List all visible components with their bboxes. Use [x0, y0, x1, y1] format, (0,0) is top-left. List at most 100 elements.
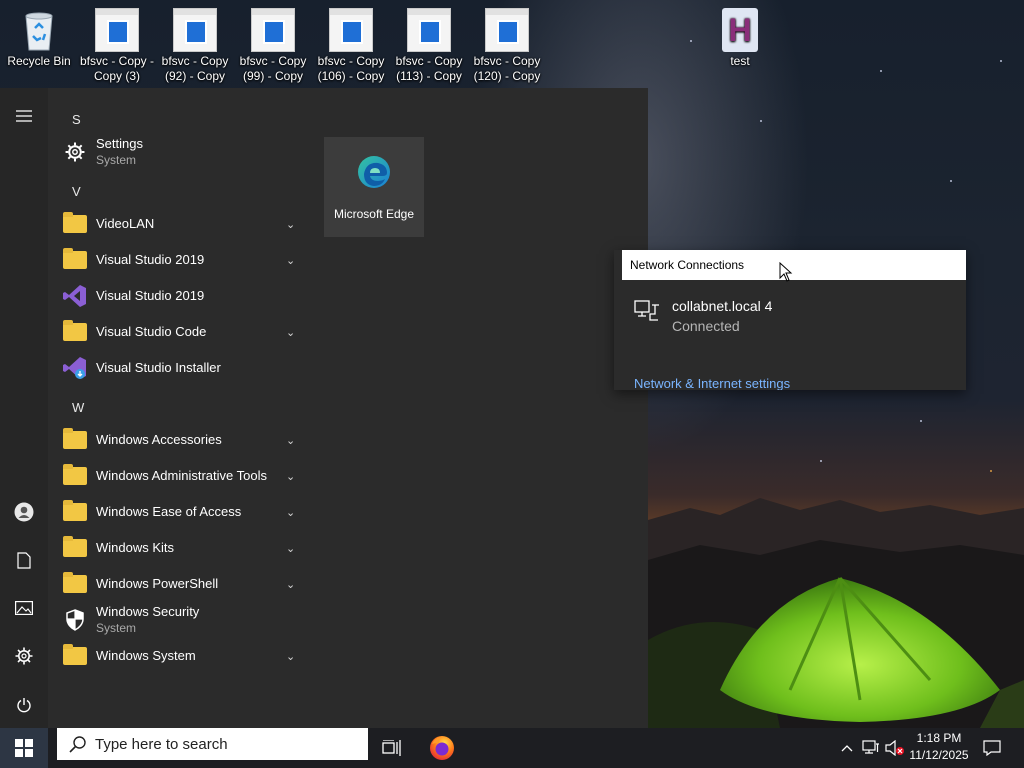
folder-icon — [63, 248, 87, 269]
show-hidden-icons-button[interactable] — [836, 728, 858, 768]
app-folder-windows-accessories[interactable]: Windows Accessories ⌄ — [48, 422, 316, 458]
network-tray-button[interactable] — [860, 728, 882, 768]
chevron-down-icon: ⌄ — [286, 254, 296, 267]
desktop-icon-label: bfsvc - Copy (113) - Copy — [395, 54, 463, 83]
app-windows-security[interactable]: Windows Security System — [48, 602, 316, 638]
search-icon — [69, 736, 86, 753]
app-folder-windows-ease-of-access[interactable]: Windows Ease of Access ⌄ — [48, 494, 316, 530]
desktop-icon-bfsvc-3[interactable]: bfsvc - Copy - Copy (3) — [79, 6, 155, 84]
app-folder-windows-administrative-tools[interactable]: Windows Administrative Tools ⌄ — [48, 458, 316, 494]
app-label: Visual Studio Installer — [96, 360, 221, 375]
chevron-up-icon — [841, 745, 853, 752]
document-icon — [251, 8, 295, 52]
app-folder-windows-system[interactable]: Windows System ⌄ — [48, 638, 316, 674]
desktop-icon-label: bfsvc - Copy (99) - Copy — [239, 54, 307, 83]
app-folder-windows-powershell[interactable]: Windows PowerShell ⌄ — [48, 566, 316, 602]
document-icon — [95, 8, 139, 52]
firefox-icon — [430, 736, 454, 760]
network-connection-item[interactable]: collabnet.local 4 Connected — [622, 294, 962, 342]
folder-icon — [63, 500, 87, 521]
firefox-taskbar-button[interactable] — [422, 728, 462, 768]
pictures-icon — [15, 601, 33, 615]
power-button[interactable] — [0, 685, 48, 725]
app-visual-studio-installer[interactable]: Visual Studio Installer — [48, 350, 316, 386]
network-name: collabnet.local 4 — [672, 298, 773, 314]
chevron-down-icon: ⌄ — [286, 542, 296, 555]
document-icon — [17, 551, 31, 569]
chevron-down-icon: ⌄ — [286, 218, 296, 231]
taskbar-search-box[interactable]: Type here to search — [57, 728, 368, 760]
letter-header-s[interactable]: S — [72, 112, 81, 127]
expand-menu-button[interactable] — [0, 96, 48, 136]
account-button[interactable] — [0, 492, 48, 532]
volume-tray-button[interactable] — [884, 728, 906, 768]
app-label: Settings — [96, 136, 143, 151]
app-label: Windows Accessories — [96, 432, 222, 447]
app-label: Visual Studio Code — [96, 324, 207, 339]
app-folder-videolan[interactable]: VideoLAN ⌄ — [48, 206, 316, 242]
app-label: Windows PowerShell — [96, 576, 219, 591]
chevron-down-icon: ⌄ — [286, 650, 296, 663]
app-label: Windows Administrative Tools — [96, 468, 267, 483]
h-document-icon: H — [722, 8, 758, 52]
taskbar-clock[interactable]: 1:18 PM 11/12/2025 — [906, 730, 972, 764]
letter-header-w[interactable]: W — [72, 400, 84, 415]
visual-studio-installer-icon — [62, 355, 88, 381]
documents-button[interactable] — [0, 540, 48, 580]
chevron-down-icon: ⌄ — [286, 434, 296, 447]
shield-icon — [62, 607, 88, 633]
app-folder-visual-studio-2019[interactable]: Visual Studio 2019 ⌄ — [48, 242, 316, 278]
chevron-down-icon: ⌄ — [286, 470, 296, 483]
desktop-icon-bfsvc-106[interactable]: bfsvc - Copy (106) - Copy — [313, 6, 389, 84]
app-label: Windows Kits — [96, 540, 175, 555]
document-icon — [173, 8, 217, 52]
app-label: Windows Ease of Access — [96, 504, 242, 519]
task-view-button[interactable] — [372, 728, 412, 768]
action-center-button[interactable] — [978, 728, 1006, 768]
start-button[interactable] — [0, 728, 48, 768]
app-label: Windows Security — [96, 604, 200, 619]
chevron-down-icon: ⌄ — [286, 578, 296, 591]
tile-label: Microsoft Edge — [333, 207, 415, 221]
mouse-cursor-icon — [779, 262, 793, 282]
network-settings-link[interactable]: Network & Internet settings — [634, 376, 790, 390]
folder-icon — [63, 464, 87, 485]
notification-icon — [983, 740, 1001, 756]
desktop-icon-label: Recycle Bin — [7, 54, 71, 68]
pictures-button[interactable] — [0, 588, 48, 628]
app-folder-windows-kits[interactable]: Windows Kits ⌄ — [48, 530, 316, 566]
tile-microsoft-edge[interactable]: Microsoft Edge — [324, 137, 424, 237]
desktop-icon-label: bfsvc - Copy (120) - Copy — [473, 54, 541, 83]
document-icon — [329, 8, 373, 52]
desktop-icon-test[interactable]: H test — [702, 6, 778, 69]
app-visual-studio-2019[interactable]: Visual Studio 2019 — [48, 278, 316, 314]
desktop-icon-label: bfsvc - Copy - Copy (3) — [79, 54, 154, 83]
letter-header-v[interactable]: V — [72, 184, 81, 199]
start-menu: S Settings System V VideoLAN ⌄ Visual Stu… — [0, 88, 648, 728]
folder-icon — [63, 536, 87, 557]
gear-icon — [15, 647, 33, 665]
folder-icon — [63, 212, 87, 233]
desktop-icon-recycle-bin[interactable]: Recycle Bin — [1, 6, 77, 69]
app-folder-visual-studio-code[interactable]: Visual Studio Code ⌄ — [48, 314, 316, 350]
settings-button[interactable] — [0, 636, 48, 676]
folder-icon — [63, 572, 87, 593]
folder-icon — [63, 320, 87, 341]
app-label: Visual Studio 2019 — [96, 288, 205, 303]
document-icon — [485, 8, 529, 52]
desktop-icon-bfsvc-99[interactable]: bfsvc - Copy (99) - Copy — [235, 6, 311, 84]
app-settings[interactable]: Settings System — [48, 134, 316, 170]
app-label: Windows System — [96, 648, 196, 663]
start-menu-rail — [0, 88, 48, 728]
desktop-icon-bfsvc-92[interactable]: bfsvc - Copy (92) - Copy — [157, 6, 233, 84]
app-sublabel: System — [96, 153, 137, 167]
app-sublabel: System — [96, 621, 137, 635]
desktop-icon-bfsvc-120[interactable]: bfsvc - Copy (120) - Copy — [469, 6, 545, 84]
windows-logo-icon — [15, 739, 33, 757]
recycle-bin-icon — [17, 8, 61, 52]
flyout-title: Network Connections — [622, 250, 966, 280]
volume-muted-icon — [885, 740, 904, 756]
network-icon — [862, 740, 879, 754]
clock-date: 11/12/2025 — [909, 748, 969, 762]
desktop-icon-bfsvc-113[interactable]: bfsvc - Copy (113) - Copy — [391, 6, 467, 84]
